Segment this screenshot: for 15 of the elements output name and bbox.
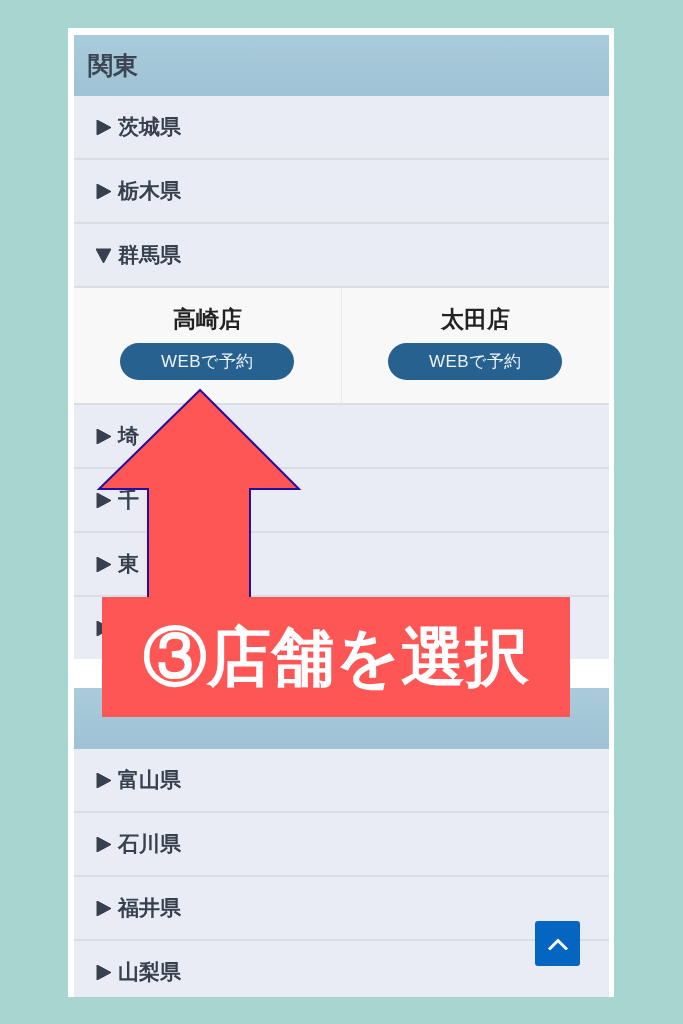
prefecture-row[interactable]: 福井県: [74, 877, 609, 941]
store-name: 高崎店: [172, 305, 242, 334]
prefecture-row[interactable]: 石川県: [74, 813, 609, 877]
back-to-top-button[interactable]: [535, 921, 580, 966]
reserve-button[interactable]: WEBで予約: [388, 343, 563, 380]
reserve-button[interactable]: WEBで予約: [120, 343, 295, 380]
callout-banner: ③店舗を選択: [102, 597, 570, 717]
prefecture-row[interactable]: 山梨県: [74, 941, 609, 997]
store-name: 太田店: [440, 305, 510, 334]
chevron-up-icon: [547, 937, 568, 950]
prefecture-row[interactable]: 富山県: [74, 749, 609, 813]
prefecture-row[interactable]: 茨城県: [74, 96, 609, 160]
prefecture-row[interactable]: 栃木県: [74, 160, 609, 224]
prefecture-row[interactable]: 群馬県: [74, 224, 609, 288]
region-header: 関東: [74, 35, 609, 96]
